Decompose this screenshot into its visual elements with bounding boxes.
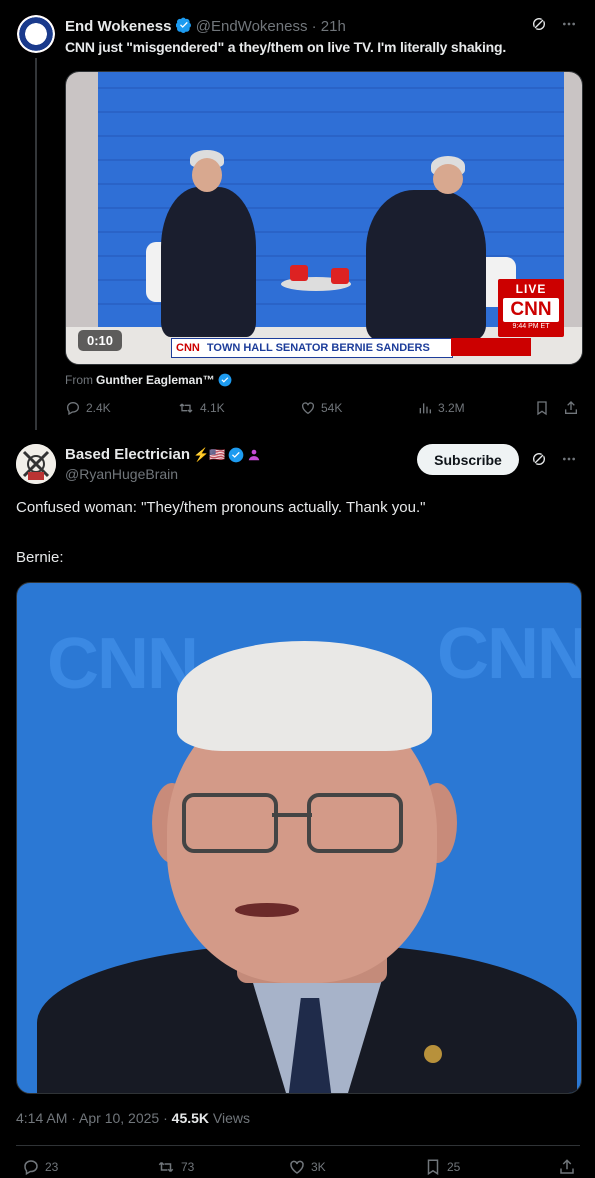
quoted-actions: 2.4K 4.1K 54K 3.2M bbox=[65, 400, 581, 420]
quoted-video[interactable]: 0:10 CNN TOWN HALL SENATOR BERNIE SANDER… bbox=[65, 71, 583, 365]
reply-action[interactable]: 23 bbox=[22, 1158, 58, 1176]
quoted-tweet-header: End Wokeness @EndWokeness · 21h bbox=[65, 17, 346, 35]
more-icon[interactable] bbox=[561, 451, 577, 467]
stage-left-wall bbox=[66, 72, 98, 364]
repost-icon bbox=[156, 1158, 176, 1176]
host-head bbox=[192, 158, 222, 192]
like-icon bbox=[300, 400, 316, 416]
repost-count: 73 bbox=[181, 1160, 195, 1174]
tweet-actions: 23 73 3K 25 bbox=[16, 1158, 580, 1178]
hair bbox=[177, 641, 432, 751]
quoted-top-icons bbox=[531, 16, 577, 32]
like-action[interactable]: 3K bbox=[288, 1158, 326, 1176]
share-icon[interactable] bbox=[558, 1158, 576, 1176]
thread-line bbox=[35, 58, 37, 430]
chyron-cnn: CNN bbox=[176, 342, 200, 354]
repost-action[interactable]: 4.1K bbox=[177, 400, 225, 416]
views-count: 3.2M bbox=[438, 401, 465, 415]
verified-badge-icon bbox=[228, 447, 244, 463]
like-count: 54K bbox=[321, 401, 343, 415]
tweet-text-line1: Confused woman: "They/them pronouns actu… bbox=[16, 499, 426, 516]
tweet-top-icons bbox=[531, 451, 577, 467]
tweet-views-count: 45.5K bbox=[171, 1110, 210, 1126]
guest-head bbox=[433, 164, 463, 194]
repost-action[interactable]: 73 bbox=[156, 1158, 194, 1176]
cnn-logo: CNN bbox=[503, 298, 559, 322]
repost-icon bbox=[177, 400, 195, 416]
bg-cnn-text-left: CNN bbox=[47, 624, 199, 704]
live-time: 9:44 PM ET bbox=[512, 323, 550, 330]
reply-count: 23 bbox=[45, 1160, 59, 1174]
views-action[interactable]: 3.2M bbox=[417, 400, 465, 416]
author-handle[interactable]: @RyanHugeBrain bbox=[65, 466, 178, 482]
like-count: 3K bbox=[311, 1160, 326, 1174]
glasses-bridge bbox=[272, 813, 312, 817]
tweet-timestamp[interactable]: 4:14 AM · Apr 10, 2025 · bbox=[16, 1110, 172, 1126]
author-name-emojis: ⚡🇺🇸 bbox=[193, 446, 226, 462]
bg-cnn-text-right: CNN bbox=[437, 614, 582, 694]
chyron-red-bar bbox=[451, 338, 531, 356]
tweet-views-label: Views bbox=[209, 1110, 250, 1126]
mug-left bbox=[290, 265, 308, 281]
grok-icon[interactable] bbox=[531, 451, 547, 467]
more-icon[interactable] bbox=[561, 16, 577, 32]
from-label: From bbox=[65, 373, 93, 387]
from-attribution: From Gunther Eagleman™ bbox=[65, 373, 232, 387]
quoted-author-handle[interactable]: @EndWokeness bbox=[196, 18, 308, 35]
guest-figure bbox=[366, 190, 486, 340]
video-duration: 0:10 bbox=[78, 330, 123, 351]
tweet-meta: 4:14 AM · Apr 10, 2025 · 45.5K Views bbox=[16, 1110, 250, 1126]
bookmark-count: 25 bbox=[447, 1160, 461, 1174]
share-icon[interactable] bbox=[563, 400, 579, 416]
grok-icon[interactable] bbox=[531, 16, 547, 32]
author-name[interactable]: Based Electrician bbox=[65, 446, 190, 463]
verified-badge-icon bbox=[175, 17, 192, 33]
reply-action[interactable]: 2.4K bbox=[65, 400, 111, 416]
from-name[interactable]: Gunther Eagleman™ bbox=[96, 373, 215, 387]
quoted-time[interactable]: · 21h bbox=[312, 18, 346, 35]
chyron-subject: SENATOR BERNIE SANDERS bbox=[275, 342, 430, 354]
author-header: Based Electrician ⚡🇺🇸 bbox=[65, 446, 261, 463]
verified-badge-icon bbox=[218, 373, 232, 387]
video-chyron: CNN TOWN HALL SENATOR BERNIE SANDERS bbox=[171, 338, 453, 358]
live-badge: LIVE CNN 9:44 PM ET bbox=[498, 279, 564, 337]
reply-icon bbox=[65, 400, 81, 416]
mouth bbox=[235, 903, 299, 917]
glasses-left-lens bbox=[182, 793, 278, 853]
tweet-text-line2: Bernie: bbox=[16, 549, 64, 566]
bookmark-icon bbox=[424, 1158, 442, 1176]
bookmark-icon[interactable] bbox=[534, 400, 550, 416]
quoted-tweet-text: CNN just "misgendered" a they/them on li… bbox=[65, 39, 507, 55]
avatar-based-electrician[interactable] bbox=[16, 444, 56, 484]
host-figure bbox=[161, 187, 256, 337]
bookmark-action[interactable]: 25 bbox=[424, 1158, 460, 1176]
like-action[interactable]: 54K bbox=[300, 400, 342, 416]
like-icon bbox=[288, 1158, 306, 1176]
live-label: LIVE bbox=[515, 282, 547, 296]
chyron-townhall: TOWN HALL bbox=[206, 342, 273, 354]
subscribe-button[interactable]: Subscribe bbox=[417, 444, 519, 475]
stage-right-wall bbox=[564, 72, 582, 364]
tweet-image[interactable]: CNN CNN bbox=[16, 582, 582, 1094]
views-icon bbox=[417, 400, 433, 416]
avatar-end-wokeness[interactable] bbox=[17, 15, 55, 53]
reply-icon bbox=[22, 1158, 40, 1176]
quoted-author-name[interactable]: End Wokeness bbox=[65, 18, 171, 35]
repost-count: 4.1K bbox=[200, 401, 225, 415]
glasses-right-lens bbox=[307, 793, 403, 853]
reply-count: 2.4K bbox=[86, 401, 111, 415]
mug-right bbox=[331, 268, 349, 284]
affiliate-badge-icon bbox=[247, 448, 261, 462]
divider bbox=[16, 1145, 580, 1146]
lapel-pin bbox=[424, 1045, 442, 1063]
